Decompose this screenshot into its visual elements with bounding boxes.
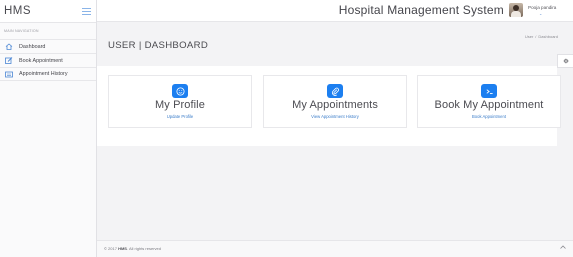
top-bar: Hospital Management System Pooja pandira…: [97, 0, 573, 22]
scroll-top-icon[interactable]: [560, 245, 566, 249]
page-header: USER | DASHBOARD User / Dashboard: [97, 23, 573, 66]
sidebar-item-dashboard[interactable]: Dashboard: [0, 39, 96, 53]
copyright-brand: HMS: [118, 246, 127, 251]
smile-icon: [172, 84, 188, 98]
home-icon: [5, 43, 13, 50]
footer: © 2017 HMS. All rights reserved: [97, 240, 573, 257]
avatar[interactable]: [509, 3, 523, 17]
sidebar-item-appointment-history[interactable]: Appointment History: [0, 67, 96, 81]
copyright-text: © 2017 HMS. All rights reserved: [104, 246, 161, 251]
card-book-my-appointment: Book My Appointment Book Appointment: [417, 75, 561, 128]
breadcrumb: User / Dashboard: [524, 34, 558, 39]
sidebar-item-label: Dashboard: [19, 43, 46, 50]
list-icon: [5, 71, 13, 77]
view-appointment-history-link[interactable]: View Appointment History: [264, 114, 406, 119]
menu-toggle-icon[interactable]: [82, 7, 91, 15]
card-title: My Profile: [155, 99, 205, 111]
terminal-icon: [481, 84, 497, 98]
breadcrumb-dashboard: Dashboard: [538, 34, 558, 39]
brand-bar: HMS: [0, 0, 96, 23]
card-my-profile: My Profile Update Profile: [108, 75, 252, 128]
sidebar-item-label: Book Appointment: [19, 57, 63, 64]
copyright-suffix: . All rights reserved: [126, 246, 161, 251]
app-title: Hospital Management System: [338, 3, 504, 17]
settings-button[interactable]: [557, 54, 573, 68]
breadcrumb-user[interactable]: User: [525, 34, 533, 39]
sidebar-item-book-appointment[interactable]: Book Appointment: [0, 53, 96, 67]
copyright-prefix: © 2017: [104, 246, 119, 251]
chevron-down-icon[interactable]: ⌄: [539, 11, 542, 16]
dashboard-panel: My Profile Update Profile My Appointment…: [97, 66, 561, 146]
book-appointment-link[interactable]: Book Appointment: [418, 114, 560, 119]
paperclip-icon: [327, 84, 343, 98]
brand-logo[interactable]: HMS: [4, 5, 31, 17]
card-title: Book My Appointment: [434, 99, 544, 111]
card-title: My Appointments: [292, 99, 378, 111]
update-profile-link[interactable]: Update Profile: [109, 114, 251, 119]
edit-icon: [5, 57, 13, 64]
card-my-appointments: My Appointments View Appointment History: [263, 75, 407, 128]
sidebar-item-label: Appointment History: [19, 71, 68, 77]
gear-icon: [563, 58, 568, 64]
user-name[interactable]: Pooja pandira: [528, 5, 556, 10]
page-title: USER | DASHBOARD: [108, 40, 209, 51]
sidebar: HMS MAIN NAVIGATION Dashboard Book Appoi…: [0, 0, 97, 257]
nav-heading: MAIN NAVIGATION: [4, 29, 39, 33]
